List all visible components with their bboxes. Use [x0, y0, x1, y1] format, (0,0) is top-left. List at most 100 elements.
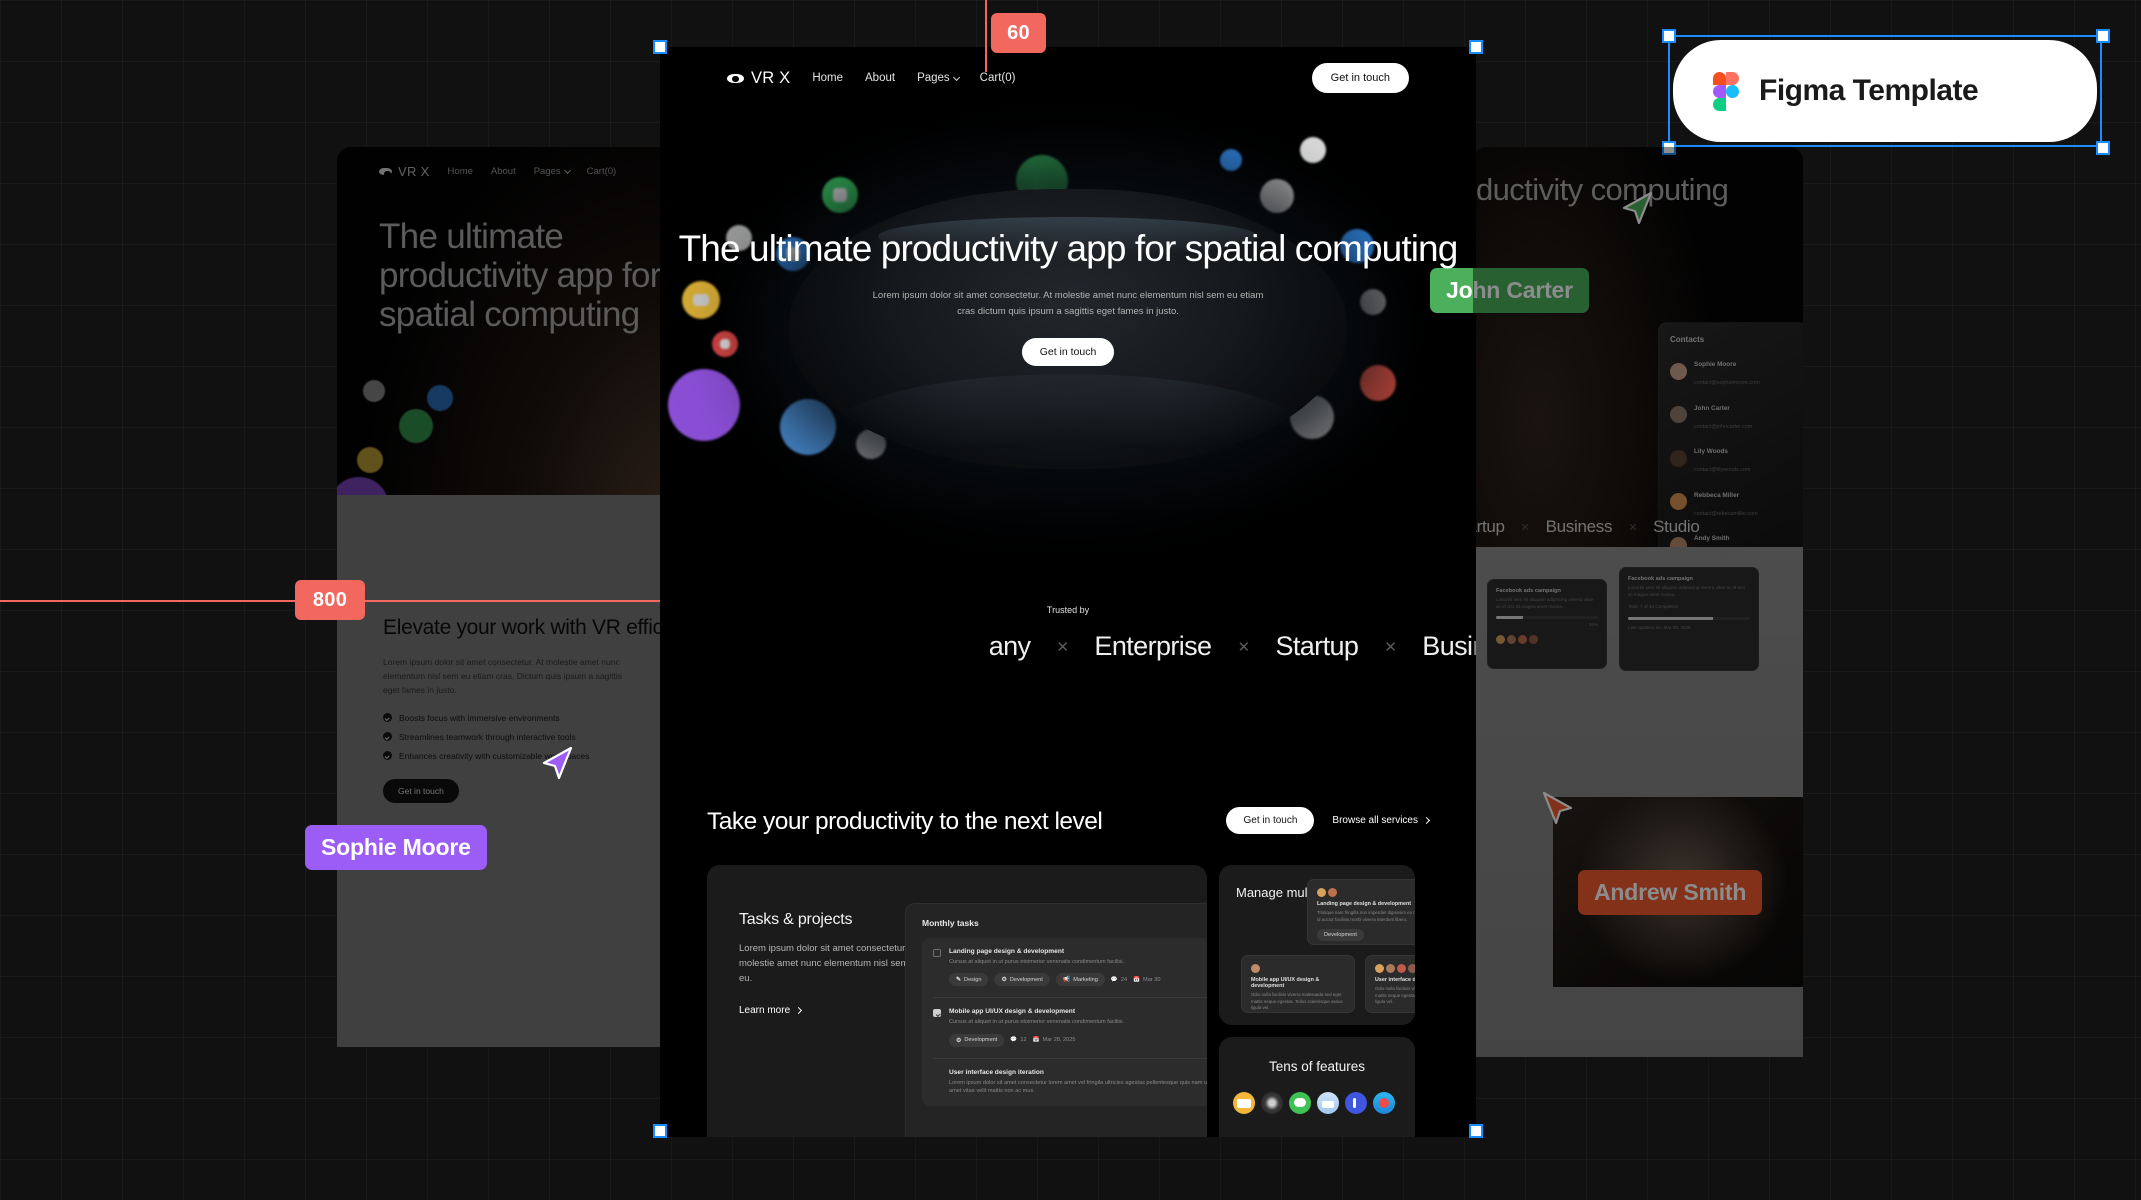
left-nav-about[interactable]: About: [491, 166, 516, 177]
contact-email: contact@lilywoods.com: [1694, 467, 1751, 473]
blob-blue: [427, 385, 453, 411]
task-title: Mobile app UI/UX design & development: [949, 1008, 1076, 1016]
photos-icon[interactable]: [1317, 1092, 1339, 1114]
tag-design[interactable]: ✎ Design: [949, 973, 989, 987]
messages-icon[interactable]: [1289, 1092, 1311, 1114]
nav-get-in-touch-button[interactable]: Get in touch: [1311, 63, 1409, 93]
left-nav-home[interactable]: Home: [448, 166, 473, 177]
project-tag[interactable]: Development: [1317, 929, 1364, 942]
project-mini-card-2[interactable]: Facebook ads campaign Lobortis sem sit a…: [1619, 567, 1759, 671]
task-title: Landing page design & development: [949, 948, 1065, 955]
selection-handle-br[interactable]: [1469, 1124, 1483, 1138]
calendar-icon: 📅: [1133, 976, 1141, 983]
task-date: 📅 Mar 28, 2025: [1033, 1037, 1076, 1043]
vr-goggle-icon: [379, 168, 392, 177]
project-card-1[interactable]: Landing page design & development Tristi…: [1307, 879, 1415, 945]
project-title: Landing page design & development: [1317, 901, 1412, 907]
figma-handle-br[interactable]: [2096, 141, 2110, 155]
monthly-tasks-panel[interactable]: Monthly tasks Landing page design & deve…: [905, 903, 1207, 1137]
music-icon[interactable]: [1345, 1092, 1367, 1114]
task-checkbox[interactable]: [933, 1009, 941, 1018]
vr-goggle-icon: [727, 73, 744, 83]
list-item[interactable]: Rebbeca Miller contact@rebecamiller.com: [1670, 484, 1796, 520]
task-checkbox[interactable]: [933, 949, 941, 957]
task-date: 📅 Mar 30: [1133, 977, 1160, 983]
tasks-learn-more-link[interactable]: Learn more: [739, 1005, 922, 1016]
nav-link-about[interactable]: About: [865, 72, 895, 84]
contact-email: contact@sophiemoore.com: [1694, 380, 1760, 386]
left-nav-cart[interactable]: Cart(0): [587, 166, 617, 177]
avatar: [1496, 634, 1505, 644]
selection-handle-bl[interactable]: [653, 1124, 667, 1138]
figma-template-badge[interactable]: Figma Template: [1673, 40, 2097, 142]
tasks-projects-card[interactable]: Tasks & projects Lorem ipsum dolor sit a…: [707, 865, 1207, 1137]
right-logo-0: tartup: [1473, 517, 1505, 536]
nav-link-pages[interactable]: Pages: [917, 72, 960, 84]
nav-link-home[interactable]: Home: [812, 72, 843, 84]
blob-grey-3: [1260, 179, 1294, 213]
browse-all-services-link[interactable]: Browse all services: [1332, 815, 1431, 826]
tag-development[interactable]: ⚙ Development: [949, 1033, 1005, 1047]
figma-logo-icon: [1713, 72, 1739, 111]
project-card-3[interactable]: User interface design iteration Odio nul…: [1365, 955, 1415, 1013]
files-icon[interactable]: [1233, 1092, 1255, 1114]
list-item[interactable]: Lily Woods contact@lilywoods.com: [1670, 440, 1796, 476]
tag-label: Development: [1009, 976, 1043, 983]
figma-canvas[interactable]: VR X Home About Pages Cart(0) The ultima…: [0, 0, 2141, 1200]
task-row[interactable]: User interface design iteration Lorem ip…: [933, 1069, 1207, 1096]
figma-handle-tr[interactable]: [2096, 29, 2110, 43]
hero-get-in-touch-button[interactable]: Get in touch: [1021, 337, 1115, 366]
comment-icon: 💬: [1110, 976, 1118, 983]
avatar: [1670, 362, 1687, 380]
features-card[interactable]: Tens of features: [1219, 1037, 1415, 1137]
comment-count: 12: [1020, 1037, 1027, 1044]
blob-red-2: [1360, 365, 1396, 401]
blob-grey: [363, 380, 385, 402]
left-logo[interactable]: VR X: [379, 164, 430, 179]
client-logo-2: Startup: [1275, 631, 1359, 661]
chevron-right-icon: [1422, 816, 1431, 825]
blob-purple-large: [668, 369, 740, 441]
trusted-by-section: Trusted by any ✕ Enterprise ✕ Startup ✕ …: [660, 605, 1476, 662]
left-nav-pages[interactable]: Pages: [534, 166, 571, 177]
settings-icon[interactable]: [1261, 1092, 1283, 1114]
comment-icon: 💬: [1010, 1037, 1018, 1044]
logo[interactable]: VR X: [727, 69, 790, 88]
nav-link-cart[interactable]: Cart(0): [980, 72, 1016, 84]
bullet-label: Boosts focus with immersive environments: [399, 712, 560, 723]
project-title: Mobile app UI/UX design & development: [1251, 977, 1320, 989]
task-status: Task: 7 of 10 Completed: [1628, 604, 1678, 610]
left-logo-text: VR X: [398, 164, 430, 179]
cursor-label-sophie-moore: Sophie Moore: [305, 825, 487, 870]
calendar-icon: 📅: [1032, 1037, 1040, 1044]
list-item[interactable]: Sophie Moore contact@sophiemoore.com: [1670, 353, 1796, 389]
section-get-in-touch-button[interactable]: Get in touch: [1226, 807, 1315, 834]
tag-development[interactable]: ⚙ Development: [994, 973, 1050, 987]
tag-label: Marketing: [1073, 976, 1098, 983]
avatar: [1251, 964, 1260, 973]
left-card-cta[interactable]: Get in touch: [383, 778, 459, 803]
hero-title: The ultimate productivity app for spatia…: [678, 228, 1459, 269]
separator-icon: ✕: [1628, 521, 1638, 534]
task-row[interactable]: Mobile app UI/UX design & development Cu…: [933, 1008, 1207, 1059]
hero-section: The ultimate productivity app for spatia…: [660, 109, 1476, 551]
safari-icon[interactable]: [1373, 1092, 1395, 1114]
contact-name: Lily Woods: [1694, 448, 1728, 455]
progress-percent: 26%: [1588, 622, 1598, 628]
list-item[interactable]: John Carter contact@johncarter.com: [1670, 397, 1796, 433]
hero-subtitle: Lorem ipsum dolor sit amet consectetur. …: [872, 290, 1264, 317]
manage-projects-card[interactable]: Manage multiple projects Landing page de…: [1219, 865, 1415, 1025]
figma-handle-tl[interactable]: [1662, 29, 1676, 43]
task-row[interactable]: Landing page design & development Cursus…: [933, 948, 1207, 999]
project-card-2[interactable]: Mobile app UI/UX design & development Od…: [1241, 955, 1355, 1013]
blob-yellow: [357, 447, 383, 473]
figma-handle-bl[interactable]: [1662, 141, 1676, 155]
tag-marketing[interactable]: 📢 Marketing: [1055, 973, 1105, 987]
site-navbar[interactable]: VR X Home About Pages Cart(0) Get in tou…: [660, 47, 1476, 109]
selected-page-frame[interactable]: VR X Home About Pages Cart(0) Get in tou…: [660, 47, 1476, 1137]
measure-badge-800: 800: [295, 580, 365, 620]
project-mini-card[interactable]: Facebook ads campaign Lobortis sem sit a…: [1487, 579, 1607, 669]
date-label: Mar 30: [1143, 976, 1161, 983]
trusted-by-label: Trusted by: [1046, 605, 1090, 615]
contact-name: John Carter: [1694, 404, 1730, 412]
